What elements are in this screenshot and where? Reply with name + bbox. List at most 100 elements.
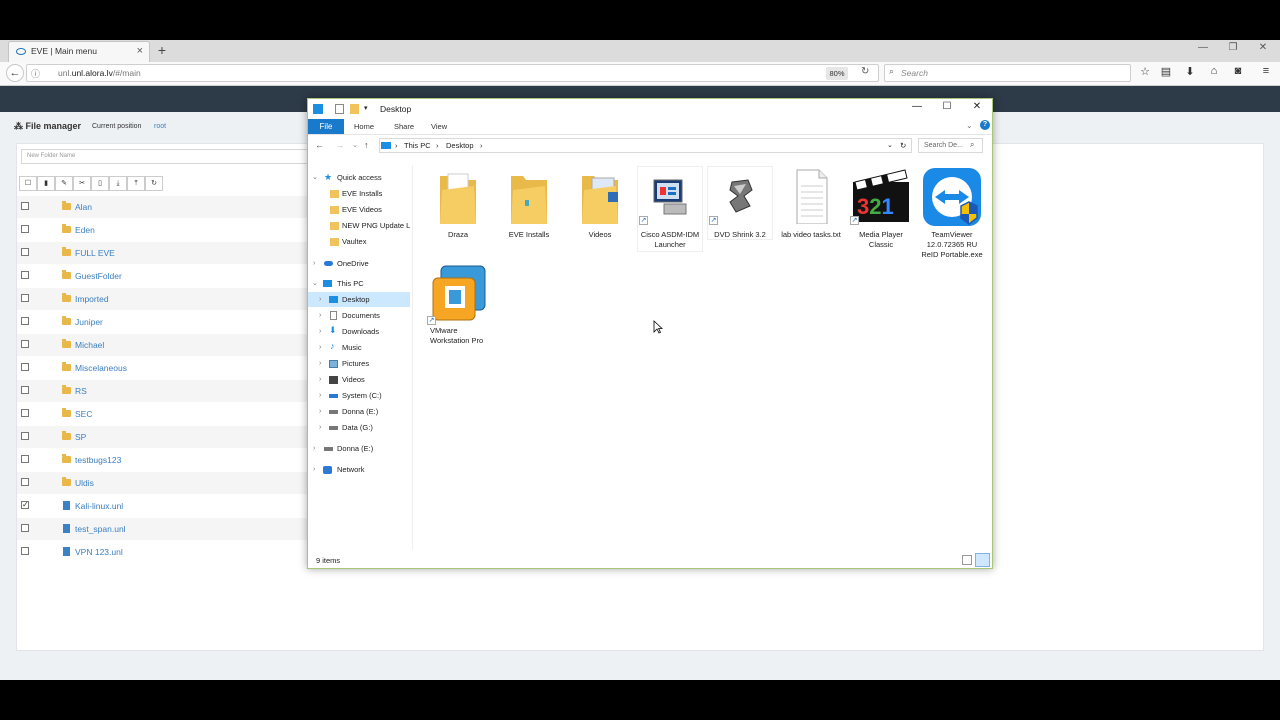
- new-tab-button[interactable]: +: [154, 42, 170, 58]
- nav-pc-item[interactable]: Videos: [342, 372, 365, 387]
- nav-quick-item[interactable]: NEW PNG Update L: [342, 218, 410, 233]
- export-button[interactable]: ⤓: [109, 176, 127, 191]
- browser-tab[interactable]: EVE | Main menu ×: [8, 41, 150, 62]
- row-name-link[interactable]: RS: [75, 386, 87, 396]
- nav-pc-item[interactable]: Downloads: [342, 324, 379, 339]
- tab-close-icon[interactable]: ×: [137, 45, 143, 57]
- desktop-item-media-player-classic[interactable]: 321 ↗ Media Player Classic: [848, 166, 914, 252]
- row-checkbox[interactable]: [21, 386, 29, 394]
- nav-back-icon[interactable]: ←: [315, 140, 324, 150]
- table-row[interactable]: test_span.unl: [17, 518, 307, 540]
- nav-up-icon[interactable]: ↑: [364, 140, 369, 150]
- row-name-link[interactable]: FULL EVE: [75, 248, 115, 258]
- url-bar[interactable]: [26, 64, 879, 82]
- desktop-item-draza[interactable]: Draza: [425, 168, 491, 242]
- bookmark-star-icon[interactable]: ☆: [1137, 65, 1153, 81]
- table-row[interactable]: ✓ Kali-linux.unl: [17, 495, 307, 517]
- table-row[interactable]: FULL EVE: [17, 242, 307, 264]
- select-all-button[interactable]: ☐: [19, 176, 37, 191]
- row-name-link[interactable]: Kali-linux.unl: [75, 501, 123, 511]
- nav-pc-item[interactable]: Documents: [342, 308, 380, 323]
- nav-quick-item[interactable]: EVE Installs: [342, 186, 382, 201]
- ribbon-tab-share[interactable]: Share: [394, 122, 414, 131]
- row-name-link[interactable]: testbugs123: [75, 455, 121, 465]
- table-row[interactable]: Eden: [17, 219, 307, 241]
- edit-button[interactable]: ✎: [55, 176, 73, 191]
- row-name-link[interactable]: Eden: [75, 225, 95, 235]
- table-row[interactable]: Uldis: [17, 472, 307, 494]
- row-checkbox[interactable]: [21, 248, 29, 256]
- desktop-item-lab-video-tasks[interactable]: lab video tasks.txt: [778, 166, 844, 240]
- row-name-link[interactable]: Juniper: [75, 317, 103, 327]
- row-checkbox[interactable]: [21, 225, 29, 233]
- row-name-link[interactable]: Miscelaneous: [75, 363, 127, 373]
- expand-arrow-icon[interactable]: ›: [313, 445, 315, 452]
- expand-arrow-icon[interactable]: ›: [313, 466, 315, 473]
- table-row[interactable]: SP: [17, 426, 307, 448]
- desktop-item-cisco-asdm[interactable]: ↗ Cisco ASDM-IDM Launcher: [637, 166, 703, 252]
- nav-donna-drive[interactable]: Donna (E:): [337, 441, 373, 456]
- help-icon[interactable]: ?: [980, 120, 990, 130]
- desktop-item-teamviewer[interactable]: TeamViewer 12.0.72365 RU ReID Portable.e…: [919, 166, 985, 262]
- home-icon[interactable]: ⌂: [1206, 65, 1222, 81]
- explorer-maximize-icon[interactable]: ☐: [932, 101, 962, 117]
- expand-arrow-icon[interactable]: ›: [319, 296, 321, 303]
- nav-this-pc[interactable]: This PC: [337, 276, 364, 291]
- row-checkbox[interactable]: [21, 524, 29, 532]
- breadcrumb-desktop[interactable]: Desktop: [446, 141, 474, 150]
- reading-list-icon[interactable]: ▤: [1158, 65, 1174, 81]
- details-view-icon[interactable]: [962, 555, 972, 565]
- collapse-arrow-icon[interactable]: ⌄: [312, 279, 318, 287]
- row-name-link[interactable]: Alan: [75, 202, 92, 212]
- row-checkbox[interactable]: [21, 547, 29, 555]
- address-dropdown-icon[interactable]: ⌄: [887, 141, 893, 149]
- table-row[interactable]: VPN 123.unl: [17, 541, 307, 563]
- site-info-icon[interactable]: ⓘ: [31, 67, 40, 80]
- row-checkbox[interactable]: [21, 455, 29, 463]
- new-file-button[interactable]: ▮: [37, 176, 55, 191]
- desktop-item-eve-installs[interactable]: EVE Installs: [496, 168, 562, 242]
- address-refresh-icon[interactable]: ↻: [900, 141, 906, 150]
- back-button[interactable]: ←: [6, 64, 24, 82]
- row-checkbox[interactable]: [21, 317, 29, 325]
- table-row[interactable]: Imported: [17, 288, 307, 310]
- ribbon-expand-icon[interactable]: ⌄: [966, 121, 973, 130]
- desktop-item-dvd-shrink[interactable]: ↗ DVD Shrink 3.2: [707, 166, 773, 240]
- expand-arrow-icon[interactable]: ›: [319, 424, 321, 431]
- breadcrumb-separator[interactable]: ›: [436, 141, 439, 150]
- desktop-item-videos[interactable]: Videos: [567, 168, 633, 242]
- browser-restore-icon[interactable]: ❐: [1220, 42, 1246, 58]
- expand-arrow-icon[interactable]: ›: [313, 260, 315, 267]
- menu-icon[interactable]: ≡: [1258, 65, 1274, 81]
- large-icons-view-icon[interactable]: [975, 553, 990, 567]
- reload-icon[interactable]: ↻: [861, 66, 869, 77]
- properties-qat-icon[interactable]: [335, 104, 344, 114]
- expand-arrow-icon[interactable]: ›: [319, 408, 321, 415]
- row-checkbox[interactable]: [21, 409, 29, 417]
- zoom-indicator[interactable]: 80%: [826, 67, 848, 80]
- expand-arrow-icon[interactable]: ›: [319, 344, 321, 351]
- table-row[interactable]: SEC: [17, 403, 307, 425]
- nav-network[interactable]: Network: [337, 462, 365, 477]
- new-folder-qat-icon[interactable]: [350, 104, 359, 114]
- row-checkbox[interactable]: [21, 478, 29, 486]
- nav-forward-icon[interactable]: →: [335, 140, 344, 150]
- nav-pc-item[interactable]: Data (G:): [342, 420, 373, 435]
- table-row[interactable]: RS: [17, 380, 307, 402]
- nav-quick-item[interactable]: Vaultex: [342, 234, 366, 249]
- collapse-arrow-icon[interactable]: ⌄: [312, 173, 318, 181]
- nav-pc-item[interactable]: System (C:): [342, 388, 382, 403]
- row-checkbox[interactable]: [21, 294, 29, 302]
- row-name-link[interactable]: SP: [75, 432, 86, 442]
- browser-minimize-icon[interactable]: —: [1190, 42, 1216, 58]
- row-checkbox[interactable]: ✓: [21, 501, 29, 509]
- table-row[interactable]: testbugs123: [17, 449, 307, 471]
- nav-pc-item[interactable]: Desktop: [342, 292, 370, 307]
- import-button[interactable]: ⤒: [127, 176, 145, 191]
- breadcrumb-separator[interactable]: ›: [480, 141, 483, 150]
- nav-onedrive[interactable]: OneDrive: [337, 256, 369, 271]
- table-row[interactable]: GuestFolder: [17, 265, 307, 287]
- new-folder-input[interactable]: New Folder Name: [21, 149, 311, 164]
- expand-arrow-icon[interactable]: ›: [319, 312, 321, 319]
- download-icon[interactable]: ⬇: [1182, 65, 1198, 81]
